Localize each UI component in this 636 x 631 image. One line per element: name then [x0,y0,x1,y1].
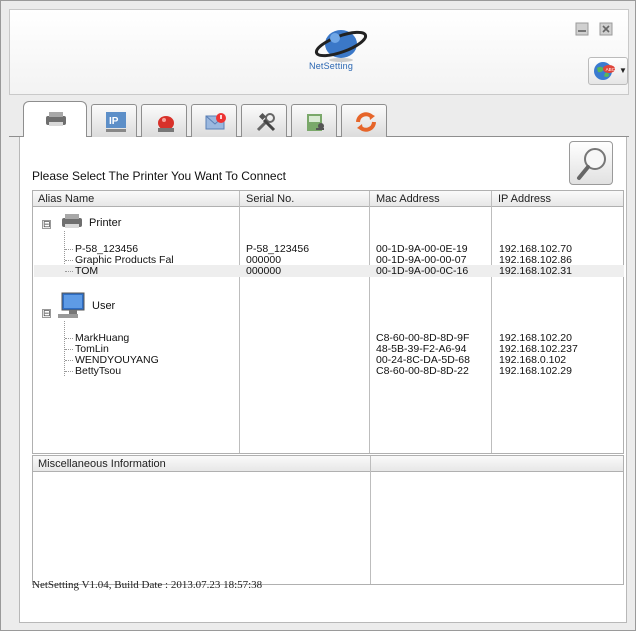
alias-cell: BettyTsou [75,365,122,377]
key-config-icon [307,114,324,131]
col-serial-no[interactable]: Serial No. [246,193,294,205]
col-mac-address[interactable]: Mac Address [376,193,440,205]
misc-info-header: Miscellaneous Information [33,456,623,472]
serial-cell: 000000 [246,265,282,277]
column-divider [239,191,240,453]
device-list[interactable]: Alias Name Serial No. Mac Address IP Add… [32,190,624,454]
tab-ip-network[interactable]: IP [91,104,137,137]
printer-group-expander[interactable]: ⊟ [42,220,51,229]
tree-connector [65,360,73,361]
alias-cell: TOM [75,265,99,277]
tab-printer[interactable] [23,101,87,138]
tab-email-alert[interactable] [191,104,237,137]
ip-cell: 192.168.102.29 [499,365,572,377]
column-divider [370,456,371,584]
printer-selection-panel: Please Select The Printer You Want To Co… [19,137,627,623]
printer-icon [46,112,66,126]
email-alert-icon [205,113,226,130]
computer-user-icon [58,292,85,318]
magnifier-icon [577,148,606,180]
logo-text: NetSetting [309,61,354,71]
device-list-header: Alias Name Serial No. Mac Address IP Add… [33,191,623,207]
tree-connector [65,371,73,372]
minimize-icon[interactable] [575,22,589,36]
printer-icon [62,214,82,228]
tree-connector [65,271,73,272]
refresh-arrows-icon [356,112,376,132]
language-button[interactable]: ABC ▼ [588,57,628,85]
svg-text:IP: IP [109,116,119,127]
mac-cell: C8-60-00-8D-8D-22 [376,365,469,377]
user-group-expander[interactable]: ⊟ [42,309,51,318]
tools-icon [256,112,276,132]
chevron-down-icon: ▼ [619,66,627,75]
tab-alarm[interactable] [141,104,187,137]
header-banner: NetSetting ABC ▼ [9,9,629,95]
app-window: NetSetting ABC ▼ IP Please Select The Pr… [0,0,636,631]
table-row[interactable]: BettyTsou C8-60-00-8D-8D-22 192.168.102.… [34,365,624,377]
svg-text:ABC: ABC [606,67,616,72]
mac-cell: 00-1D-9A-00-0C-16 [376,265,469,277]
tree-connector [65,349,73,350]
tab-tools[interactable] [241,104,287,137]
tab-key-config[interactable] [291,104,337,137]
close-icon[interactable] [599,22,613,36]
table-row-selected[interactable]: TOM 000000 00-1D-9A-00-0C-16 192.168.102… [34,265,624,277]
misc-info-panel: Miscellaneous Information [32,455,624,585]
col-ip-address[interactable]: IP Address [498,193,551,205]
alarm-siren-icon [158,116,174,132]
column-divider [369,191,370,453]
ip-network-icon: IP [106,112,126,132]
tree-connector [65,260,73,261]
select-printer-prompt: Please Select The Printer You Want To Co… [32,169,286,183]
tab-refresh[interactable] [341,104,387,137]
search-button[interactable] [569,141,613,185]
tree-connector [65,249,73,250]
tree-connector [65,338,73,339]
version-footer: NetSetting V1.04, Build Date : 2013.07.2… [32,579,263,591]
printer-group-label[interactable]: Printer [89,217,121,229]
user-group-label[interactable]: User [92,300,115,312]
column-divider [491,191,492,453]
misc-info-title: Miscellaneous Information [38,458,166,470]
col-alias-name[interactable]: Alias Name [38,193,94,205]
globe-abc-icon: ABC [594,62,616,80]
ip-cell: 192.168.102.31 [499,265,572,277]
tab-bar: IP [9,101,629,138]
